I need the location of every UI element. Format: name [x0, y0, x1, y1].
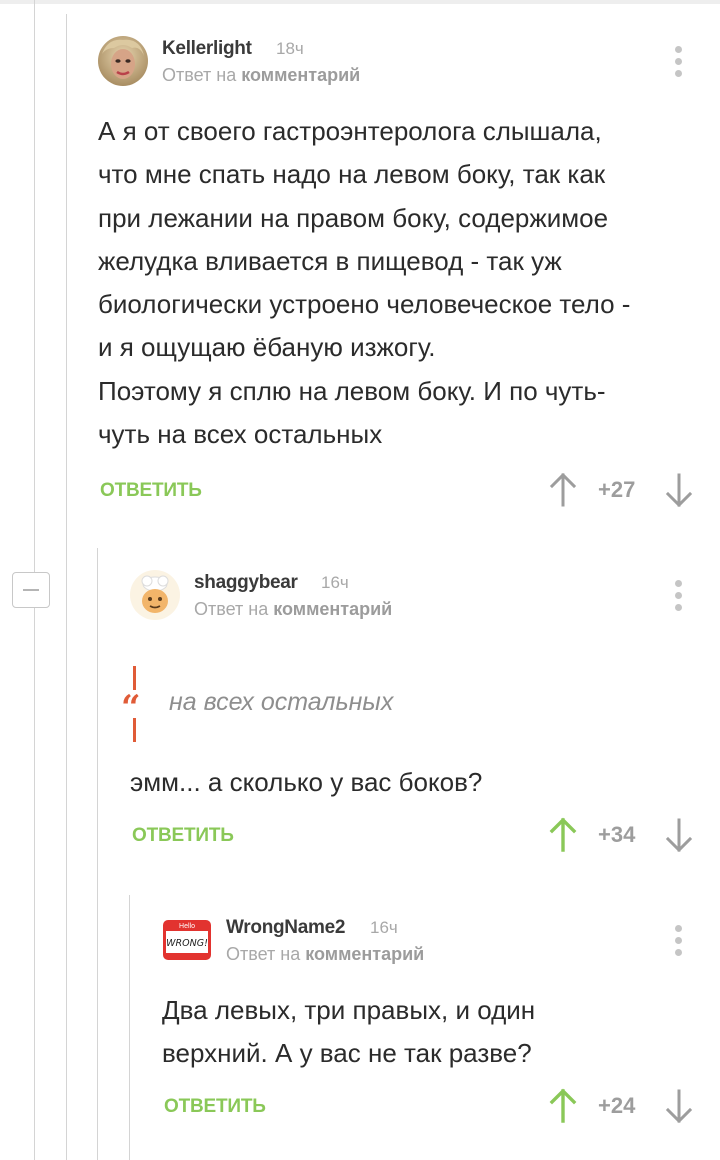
vote-score: +34 — [598, 822, 636, 847]
avatar[interactable] — [98, 36, 148, 86]
avatar-label-top: Hello — [179, 923, 195, 930]
reply-button[interactable]: ОТВЕТИТЬ — [100, 480, 202, 502]
quote-icon: “ — [121, 688, 141, 728]
comment-line: Поэтому я сплю на левом боку. И по чуть- — [98, 375, 606, 406]
comment-line: желудка вливается в пищевод - так уж — [98, 245, 562, 276]
thread-line-level-2[interactable] — [97, 548, 98, 1160]
comment-line: что мне спать надо на левом боку, так ка… — [98, 159, 606, 190]
arrow-up-icon[interactable] — [548, 472, 578, 508]
comment-line: чуть на всех остальных — [98, 419, 383, 450]
reply-to-prefix: Ответ на — [194, 599, 269, 619]
reply-to-prefix: Ответ на — [162, 65, 237, 85]
reply-button[interactable]: ОТВЕТИТЬ — [132, 825, 234, 847]
collapse-thread-button[interactable] — [12, 572, 50, 608]
avatar[interactable] — [130, 570, 180, 620]
comment-text: Два левых, три правых, и один верхний. А… — [162, 989, 692, 1076]
reply-to: Ответ на комментарий — [162, 65, 360, 86]
more-vertical-icon[interactable] — [668, 925, 688, 957]
reply-to: Ответ на комментарий — [226, 944, 424, 965]
avatar[interactable]: Hello WRONG! — [162, 915, 212, 965]
reply-to-link[interactable]: комментарий — [273, 599, 392, 619]
comment-text: А я от своего гастроэнтеролога слышала, … — [98, 110, 698, 456]
thread-line-level-3[interactable] — [129, 895, 130, 1160]
vote-score: +24 — [598, 1093, 636, 1118]
reply-to: Ответ на комментарий — [194, 599, 392, 620]
comment-time[interactable]: 16ч — [321, 573, 349, 593]
arrow-up-icon[interactable] — [548, 817, 578, 853]
comment-line: Два левых, три правых, и один — [162, 995, 536, 1025]
comment-line: и я ощущаю ёбаную изжогу. — [98, 332, 436, 363]
reply-to-link[interactable]: комментарий — [305, 944, 424, 964]
comment-line: А я от своего гастроэнтеролога слышала, — [98, 116, 602, 146]
comment-line: эмм... а сколько у вас боков? — [130, 767, 483, 797]
comment-line: верхний. А у вас не так разве? — [162, 1038, 532, 1069]
author-name[interactable]: shaggybear — [194, 572, 298, 594]
top-divider — [0, 0, 720, 4]
comment-line: биологически устроено человеческое тело … — [98, 289, 631, 320]
minus-icon — [23, 589, 39, 591]
quoted-text: на всех остальных — [169, 688, 394, 716]
avatar-label: WRONG! — [166, 938, 208, 949]
arrow-down-icon[interactable] — [664, 1088, 694, 1124]
arrow-down-icon[interactable] — [664, 817, 694, 853]
reply-to-link[interactable]: комментарий — [241, 65, 360, 85]
comment-line: при лежании на правом боку, содержимое — [98, 202, 609, 233]
arrow-up-icon[interactable] — [548, 1088, 578, 1124]
arrow-down-icon[interactable] — [664, 472, 694, 508]
thread-line-level-1[interactable] — [66, 14, 67, 1160]
reply-button[interactable]: ОТВЕТИТЬ — [164, 1096, 266, 1118]
vote-score: +27 — [598, 477, 636, 502]
quote-bar-top — [133, 666, 136, 690]
comment-time[interactable]: 16ч — [370, 918, 398, 938]
more-vertical-icon[interactable] — [668, 46, 688, 78]
author-name[interactable]: WrongName2 — [226, 917, 345, 939]
comment-text: эмм... а сколько у вас боков? — [130, 761, 690, 804]
comments-thread: Kellerlight 18ч Ответ на комментарий А я… — [0, 0, 720, 1160]
comment-time[interactable]: 18ч — [276, 39, 304, 59]
quote-bar-bottom — [133, 718, 136, 742]
author-name[interactable]: Kellerlight — [162, 38, 252, 60]
reply-to-prefix: Ответ на — [226, 944, 301, 964]
more-vertical-icon[interactable] — [668, 580, 688, 612]
